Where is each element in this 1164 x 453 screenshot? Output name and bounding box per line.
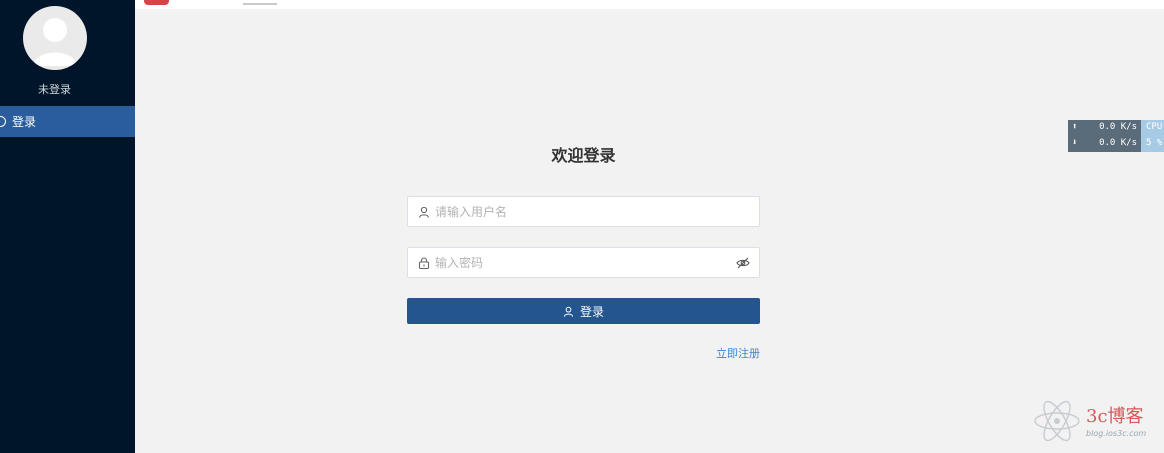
- app-logo: [144, 0, 169, 5]
- upload-speed: 0.0 K/s: [1099, 122, 1137, 132]
- sidebar: 未登录 登录: [0, 0, 135, 453]
- sidebar-item-login[interactable]: 登录: [0, 106, 135, 137]
- atom-logo-icon: [1034, 400, 1080, 442]
- login-button[interactable]: 登录: [407, 298, 760, 324]
- top-header: [135, 0, 1164, 9]
- register-link[interactable]: 立即注册: [716, 345, 760, 361]
- site-watermark: 3c博客 blog.ios3c.com: [1030, 393, 1164, 449]
- user-icon: [418, 206, 430, 218]
- login-status-text: 未登录: [38, 83, 71, 96]
- user-icon: [563, 306, 574, 317]
- watermark-subtext: blog.ios3c.com: [1086, 429, 1147, 438]
- login-title: 欢迎登录: [551, 146, 616, 165]
- password-input[interactable]: [435, 248, 736, 277]
- header-divider: [243, 3, 277, 5]
- lock-icon: [418, 256, 430, 269]
- username-field[interactable]: [407, 196, 760, 227]
- login-button-label: 登录: [579, 304, 604, 319]
- upload-arrow-icon: ⬆: [1072, 122, 1078, 132]
- password-field[interactable]: [407, 247, 760, 278]
- cpu-value: 5 %: [1146, 138, 1163, 148]
- download-arrow-icon: ⬇: [1072, 138, 1078, 148]
- network-monitor-widget: ⬆ 0.0 K/s CPU ⬇ 0.0 K/s 5 %: [1068, 120, 1164, 152]
- avatar[interactable]: [23, 6, 87, 70]
- download-speed: 0.0 K/s: [1099, 138, 1137, 148]
- upload-row: ⬆ 0.0 K/s CPU: [1068, 120, 1164, 136]
- username-input[interactable]: [435, 197, 759, 226]
- sidebar-item-label: 登录: [12, 115, 37, 129]
- download-row: ⬇ 0.0 K/s 5 %: [1068, 136, 1164, 152]
- user-silhouette-icon: [33, 18, 77, 66]
- eye-off-icon[interactable]: [736, 257, 750, 269]
- circle-icon: [0, 116, 6, 127]
- watermark-text: 3c博客: [1086, 406, 1144, 427]
- cpu-label: CPU: [1146, 122, 1163, 132]
